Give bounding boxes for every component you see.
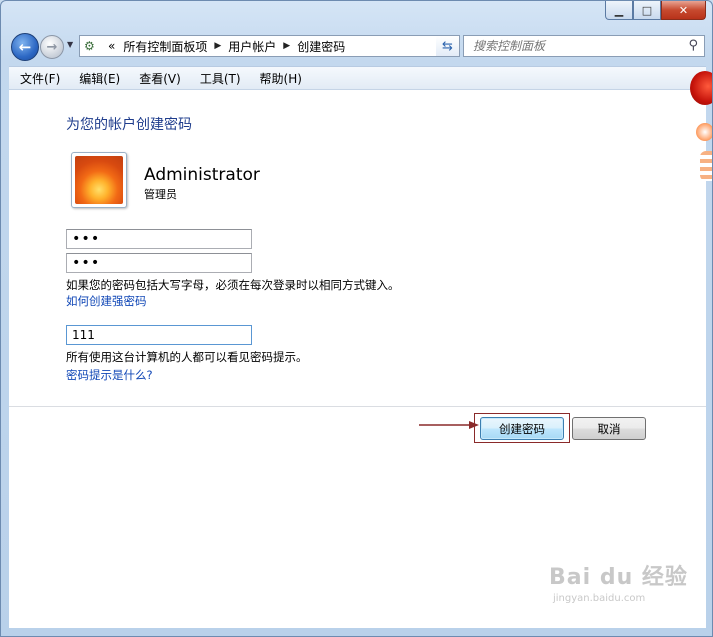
chevron-right-icon[interactable]: ▶ bbox=[283, 41, 290, 51]
strong-password-link[interactable]: 如何创建强密码 bbox=[66, 293, 147, 309]
menu-view[interactable]: 查看(V) bbox=[131, 70, 189, 87]
new-password-field[interactable] bbox=[66, 229, 252, 249]
user-role: 管理员 bbox=[144, 188, 177, 201]
arrow-right-icon: → bbox=[46, 39, 58, 55]
watermark-url: jingyan.baidu.com bbox=[553, 593, 646, 604]
breadcrumb: « 所有控制面板项 ▶ 用户帐户 ▶ 创建密码 bbox=[108, 38, 345, 55]
user-name: Administrator bbox=[144, 165, 260, 185]
chevron-right-icon[interactable]: ▶ bbox=[214, 41, 221, 51]
cancel-button[interactable]: 取消 bbox=[572, 417, 646, 440]
history-dropdown-icon[interactable]: ▼ bbox=[67, 40, 73, 49]
hint-help-link[interactable]: 密码提示是什么? bbox=[66, 367, 153, 383]
hint-visibility-note: 所有使用这台计算机的人都可以看见密码提示。 bbox=[66, 350, 308, 364]
breadcrumb-all-items[interactable]: 所有控制面板项 bbox=[123, 38, 207, 55]
password-hint-field[interactable] bbox=[66, 325, 252, 345]
avatar bbox=[71, 152, 127, 208]
arrow-left-icon: ← bbox=[18, 38, 32, 56]
flower-picture bbox=[75, 156, 123, 204]
watermark-logo: Bai du 经验 bbox=[549, 565, 688, 590]
address-bar[interactable]: ⚙ « 所有控制面板项 ▶ 用户帐户 ▶ 创建密码 ▼ bbox=[79, 35, 457, 57]
decoration-ball bbox=[690, 71, 712, 105]
breadcrumb-overflow[interactable]: « bbox=[108, 39, 115, 53]
menu-tools[interactable]: 工具(T) bbox=[192, 70, 249, 87]
content-pane: 为您的帐户创建密码 Administrator 管理员 如果您的密码包括大写字母… bbox=[9, 89, 706, 628]
decoration-flower bbox=[696, 123, 712, 141]
annotation-arrow-icon bbox=[419, 421, 479, 429]
refresh-icon: ⇆ bbox=[442, 38, 453, 54]
breadcrumb-create-password[interactable]: 创建密码 bbox=[297, 38, 345, 55]
search-icon[interactable]: ⚲ bbox=[688, 38, 698, 53]
forward-button[interactable]: → bbox=[40, 35, 64, 59]
caption-buttons: ▁ □ ✕ bbox=[605, 1, 706, 21]
refresh-button[interactable]: ⇆ bbox=[436, 35, 460, 57]
create-password-button[interactable]: 创建密码 bbox=[480, 417, 564, 440]
maximize-button[interactable]: □ bbox=[633, 1, 661, 20]
menu-edit[interactable]: 编辑(E) bbox=[71, 70, 128, 87]
menu-bar: 文件(F) 编辑(E) 查看(V) 工具(T) 帮助(H) bbox=[9, 66, 706, 89]
back-button[interactable]: ← bbox=[11, 33, 39, 61]
control-panel-window: ▁ □ ✕ ← → ▼ ⚙ « 所有控制面板项 ▶ 用户帐户 ▶ 创建密码 ▼ … bbox=[0, 0, 713, 637]
menu-file[interactable]: 文件(F) bbox=[12, 70, 68, 87]
decoration-stripes bbox=[700, 151, 712, 181]
breadcrumb-user-accounts[interactable]: 用户帐户 bbox=[228, 38, 276, 55]
menu-help[interactable]: 帮助(H) bbox=[252, 70, 310, 87]
confirm-password-field[interactable] bbox=[66, 253, 252, 273]
watermark: Bai du 经验 jingyan.baidu.com bbox=[549, 559, 688, 604]
close-button[interactable]: ✕ bbox=[661, 1, 706, 20]
navigation-bar: ← → ▼ ⚙ « 所有控制面板项 ▶ 用户帐户 ▶ 创建密码 ▼ ⇆ ⚲ bbox=[9, 31, 706, 61]
case-sensitivity-note: 如果您的密码包括大写字母，必须在每次登录时以相同方式键入。 bbox=[66, 278, 400, 292]
search-box[interactable]: ⚲ bbox=[463, 35, 705, 57]
page-title: 为您的帐户创建密码 bbox=[66, 117, 192, 133]
search-input[interactable] bbox=[471, 38, 685, 54]
minimize-button[interactable]: ▁ bbox=[605, 1, 633, 20]
control-panel-icon: ⚙ bbox=[84, 39, 95, 53]
background-decoration bbox=[690, 71, 712, 191]
divider bbox=[9, 406, 706, 407]
